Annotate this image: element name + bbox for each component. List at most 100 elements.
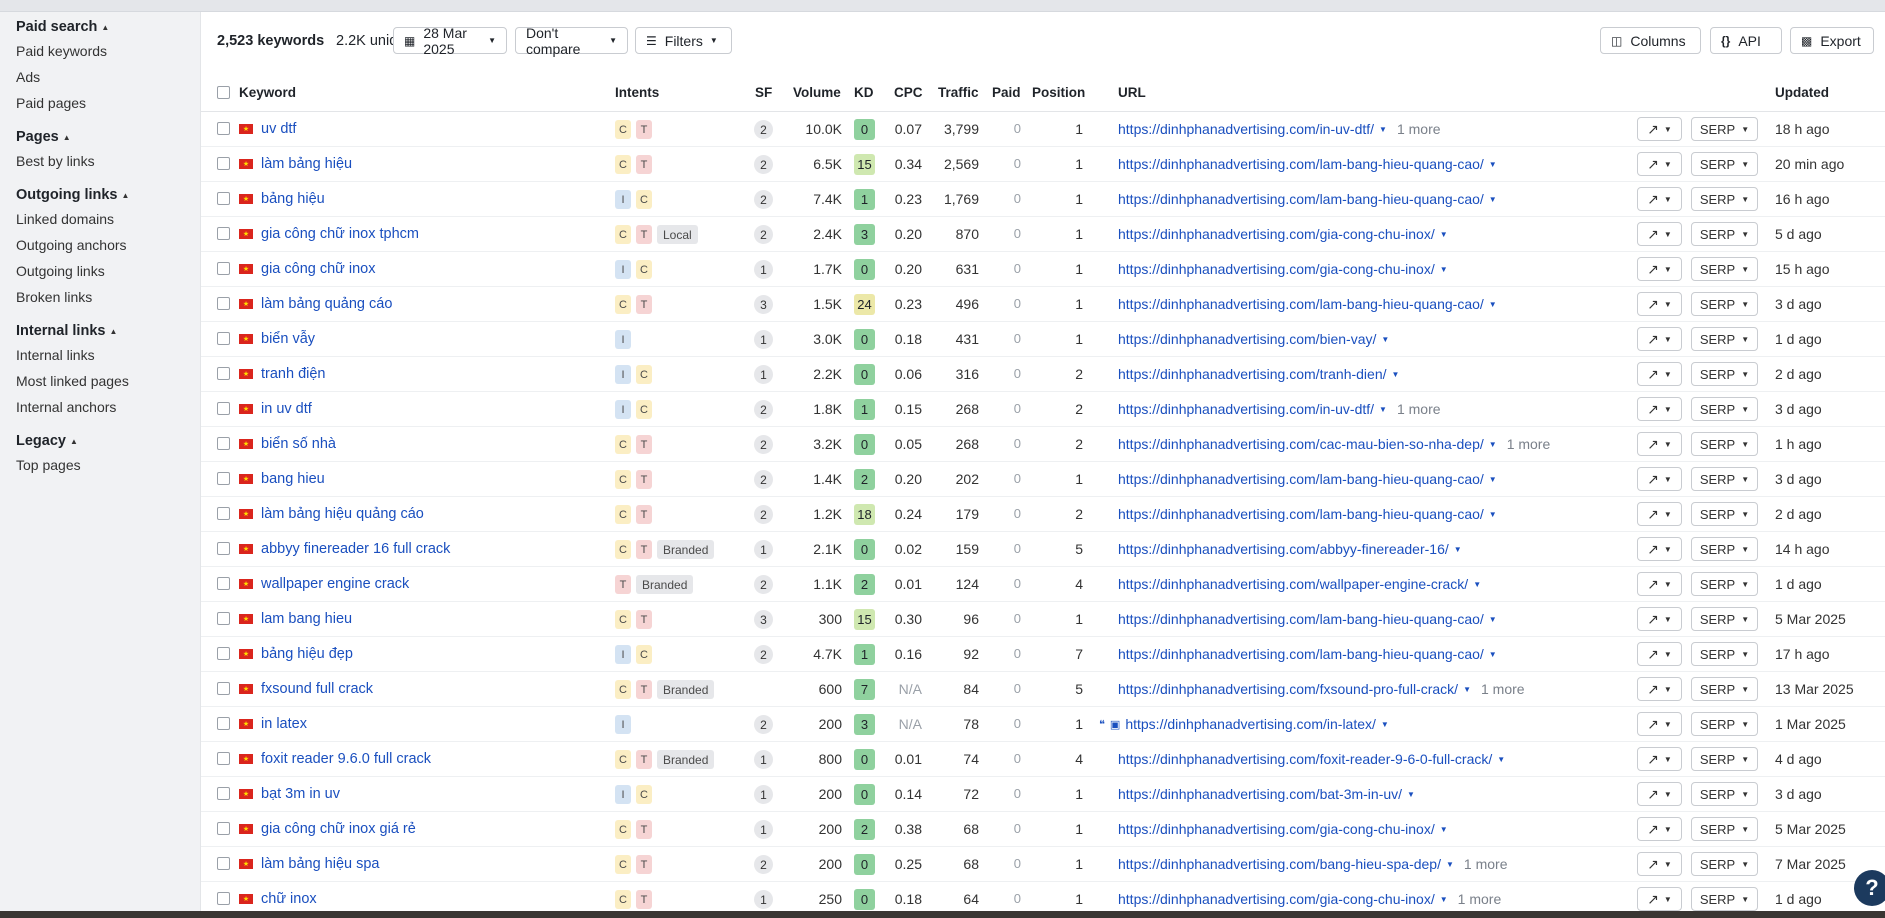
row-checkbox[interactable] <box>217 367 230 380</box>
sidebar-item[interactable]: Outgoing links <box>0 258 200 284</box>
col-paid[interactable]: Paid <box>992 85 1021 100</box>
url-link[interactable]: https://dinhphanadvertising.com/fxsound-… <box>1118 681 1458 697</box>
sidebar-item[interactable]: Linked domains <box>0 206 200 232</box>
sidebar-item[interactable]: Internal anchors <box>0 394 200 420</box>
row-checkbox[interactable] <box>217 542 230 555</box>
serp-features-count[interactable]: 1 <box>754 260 773 279</box>
serp-button[interactable]: SERP ▼ <box>1691 887 1758 911</box>
serp-button[interactable]: SERP ▼ <box>1691 152 1758 176</box>
serp-features-count[interactable]: 2 <box>754 575 773 594</box>
keyword-link[interactable]: abbyy finereader 16 full crack <box>261 541 450 557</box>
keyword-link[interactable]: in latex <box>261 716 307 732</box>
keyword-link[interactable]: làm bảng quảng cáo <box>261 296 392 312</box>
row-checkbox[interactable] <box>217 507 230 520</box>
keyword-link[interactable]: biển vẫy <box>261 331 315 347</box>
keyword-link[interactable]: uv dtf <box>261 121 296 137</box>
more-urls-link[interactable]: 1 more <box>1481 681 1525 697</box>
row-checkbox[interactable] <box>217 892 230 905</box>
url-link[interactable]: https://dinhphanadvertising.com/lam-bang… <box>1118 611 1484 627</box>
row-checkbox[interactable] <box>217 717 230 730</box>
trend-chart-button[interactable]: ↗ ▼ <box>1637 222 1682 246</box>
more-urls-link[interactable]: 1 more <box>1458 891 1502 907</box>
url-link[interactable]: https://dinhphanadvertising.com/gia-cong… <box>1118 821 1435 837</box>
chevron-down-icon[interactable]: ▼ <box>1489 475 1497 484</box>
trend-chart-button[interactable]: ↗ ▼ <box>1637 432 1682 456</box>
chevron-down-icon[interactable]: ▼ <box>1440 265 1448 274</box>
serp-button[interactable]: SERP ▼ <box>1691 117 1758 141</box>
row-checkbox[interactable] <box>217 857 230 870</box>
serp-button[interactable]: SERP ▼ <box>1691 747 1758 771</box>
trend-chart-button[interactable]: ↗ ▼ <box>1637 117 1682 141</box>
serp-button[interactable]: SERP ▼ <box>1691 817 1758 841</box>
sidebar-item[interactable]: Outgoing anchors <box>0 232 200 258</box>
serp-button[interactable]: SERP ▼ <box>1691 292 1758 316</box>
col-intents[interactable]: Intents <box>615 85 659 100</box>
row-checkbox[interactable] <box>217 192 230 205</box>
serp-button[interactable]: SERP ▼ <box>1691 677 1758 701</box>
keyword-link[interactable]: gia công chữ inox <box>261 261 376 277</box>
serp-features-count[interactable]: 3 <box>754 295 773 314</box>
row-checkbox[interactable] <box>217 472 230 485</box>
serp-features-count[interactable]: 2 <box>754 470 773 489</box>
serp-features-count[interactable]: 1 <box>754 330 773 349</box>
url-link[interactable]: https://dinhphanadvertising.com/bang-hie… <box>1118 856 1441 872</box>
serp-features-count[interactable]: 1 <box>754 820 773 839</box>
serp-button[interactable]: SERP ▼ <box>1691 397 1758 421</box>
chevron-down-icon[interactable]: ▼ <box>1440 895 1448 904</box>
serp-features-count[interactable]: 1 <box>754 785 773 804</box>
sidebar-item[interactable]: Ads <box>0 64 200 90</box>
keyword-link[interactable]: làm bảng hiệu spa <box>261 856 380 872</box>
keyword-link[interactable]: fxsound full crack <box>261 681 373 697</box>
trend-chart-button[interactable]: ↗ ▼ <box>1637 152 1682 176</box>
sidebar-item[interactable]: Paid pages <box>0 90 200 116</box>
sidebar-item[interactable]: Best by links <box>0 148 200 174</box>
serp-button[interactable]: SERP ▼ <box>1691 642 1758 666</box>
row-checkbox[interactable] <box>217 402 230 415</box>
keyword-link[interactable]: làm bảng hiệu quảng cáo <box>261 506 424 522</box>
keyword-link[interactable]: in uv dtf <box>261 401 312 417</box>
row-checkbox[interactable] <box>217 752 230 765</box>
chevron-down-icon[interactable]: ▼ <box>1489 195 1497 204</box>
serp-features-count[interactable]: 1 <box>754 365 773 384</box>
compare-dropdown[interactable]: Don't compare ▼ <box>515 25 628 57</box>
col-keyword[interactable]: Keyword <box>239 85 296 100</box>
url-link[interactable]: https://dinhphanadvertising.com/lam-bang… <box>1118 156 1484 172</box>
serp-button[interactable]: SERP ▼ <box>1691 327 1758 351</box>
keyword-link[interactable]: làm bảng hiệu <box>261 156 352 172</box>
export-button[interactable]: ▩ Export <box>1790 27 1874 54</box>
serp-features-count[interactable]: 2 <box>754 645 773 664</box>
serp-features-count[interactable]: 2 <box>754 505 773 524</box>
trend-chart-button[interactable]: ↗ ▼ <box>1637 607 1682 631</box>
url-link[interactable]: https://dinhphanadvertising.com/bien-vay… <box>1118 331 1376 347</box>
serp-button[interactable]: SERP ▼ <box>1691 432 1758 456</box>
chevron-down-icon[interactable]: ▼ <box>1407 790 1415 799</box>
sidebar-group-header[interactable]: Legacy ▲ <box>0 430 200 452</box>
serp-features-count[interactable]: 2 <box>754 155 773 174</box>
api-button[interactable]: {} API <box>1710 27 1782 54</box>
serp-features-count[interactable]: 2 <box>754 400 773 419</box>
chevron-down-icon[interactable]: ▼ <box>1446 860 1454 869</box>
serp-features-count[interactable]: 2 <box>754 855 773 874</box>
chevron-down-icon[interactable]: ▼ <box>1454 545 1462 554</box>
url-link[interactable]: https://dinhphanadvertising.com/gia-cong… <box>1118 891 1435 907</box>
row-checkbox[interactable] <box>217 122 230 135</box>
chevron-down-icon[interactable]: ▼ <box>1463 685 1471 694</box>
trend-chart-button[interactable]: ↗ ▼ <box>1637 852 1682 876</box>
chevron-down-icon[interactable]: ▼ <box>1379 125 1387 134</box>
row-checkbox[interactable] <box>217 227 230 240</box>
row-checkbox[interactable] <box>217 787 230 800</box>
url-link[interactable]: https://dinhphanadvertising.com/lam-bang… <box>1118 506 1484 522</box>
chevron-down-icon[interactable]: ▼ <box>1379 405 1387 414</box>
more-urls-link[interactable]: 1 more <box>1464 856 1508 872</box>
chevron-down-icon[interactable]: ▼ <box>1440 230 1448 239</box>
help-button[interactable]: ? <box>1854 870 1885 906</box>
col-url[interactable]: URL <box>1118 85 1146 100</box>
trend-chart-button[interactable]: ↗ ▼ <box>1637 642 1682 666</box>
serp-features-count[interactable]: 2 <box>754 120 773 139</box>
sidebar-item[interactable]: Broken links <box>0 284 200 310</box>
keyword-link[interactable]: tranh điện <box>261 366 326 382</box>
trend-chart-button[interactable]: ↗ ▼ <box>1637 782 1682 806</box>
sidebar-group-header[interactable]: Internal links ▲ <box>0 320 200 342</box>
sidebar-item[interactable]: Top pages <box>0 452 200 478</box>
chevron-down-icon[interactable]: ▼ <box>1489 160 1497 169</box>
